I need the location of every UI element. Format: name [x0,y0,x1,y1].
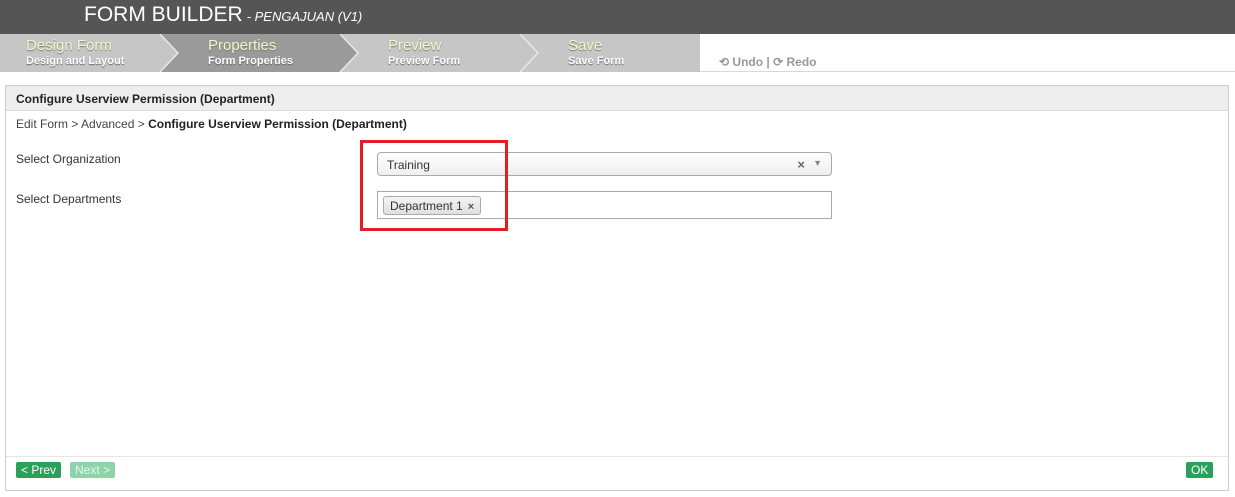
breadcrumb-separator: > [134,117,149,131]
prev-button[interactable]: < Prev [16,462,62,478]
clear-icon[interactable]: × [797,157,805,172]
breadcrumb-separator: > [68,117,82,131]
toolbar-separator: | [766,55,770,69]
step-save[interactable]: Save Save Form [568,37,624,67]
permission-panel: Configure Userview Permission (Departmen… [5,85,1229,491]
app-title-text: FORM BUILDER [84,3,243,26]
annotation-highlight [360,140,508,231]
step-properties[interactable]: Properties Form Properties [208,37,293,67]
step-preview[interactable]: Preview Preview Form [388,37,460,67]
app-title: FORM BUILDER - PENGAJUAN (V1) [84,3,362,27]
step-label: Design Form [26,37,112,54]
undo-redo-controls: ⟲ Undo | ⟳ Redo [719,55,817,69]
step-sublabel: Preview Form [388,55,461,67]
breadcrumb-current: Configure Userview Permission (Departmen… [148,117,407,131]
step-label: Properties [208,37,277,54]
organization-label: Select Organization [16,152,121,166]
wizard-steps: Design Form Design and Layout Properties… [0,34,700,72]
step-design-form[interactable]: Design Form Design and Layout [26,37,124,67]
redo-button[interactable]: ⟳ Redo [773,55,816,69]
app-header: FORM BUILDER - PENGAJUAN (V1) [0,0,1235,34]
chevron-down-icon[interactable]: ▼ [813,158,822,168]
undo-button[interactable]: ⟲ Undo [719,55,763,69]
step-label: Save [568,37,603,54]
breadcrumb: Edit Form > Advanced > Configure Uservie… [16,117,407,131]
step-sublabel: Save Form [568,55,625,67]
ok-button[interactable]: OK [1186,462,1214,478]
breadcrumb-edit-form[interactable]: Edit Form [16,117,68,131]
departments-label: Select Departments [16,192,122,206]
redo-label: Redo [786,55,817,69]
form-name: - PENGAJUAN (V1) [246,9,363,24]
panel-title: Configure Userview Permission (Departmen… [6,86,1228,111]
divider [700,71,1235,72]
step-sublabel: Design and Layout [26,55,125,67]
breadcrumb-advanced[interactable]: Advanced [81,117,134,131]
next-button[interactable]: Next > [70,462,116,478]
step-label: Preview [388,37,442,54]
footer-divider [6,456,1228,457]
undo-icon: ⟲ [719,55,730,69]
step-sublabel: Form Properties [208,55,293,67]
redo-icon: ⟳ [773,55,784,69]
undo-label: Undo [732,55,764,69]
